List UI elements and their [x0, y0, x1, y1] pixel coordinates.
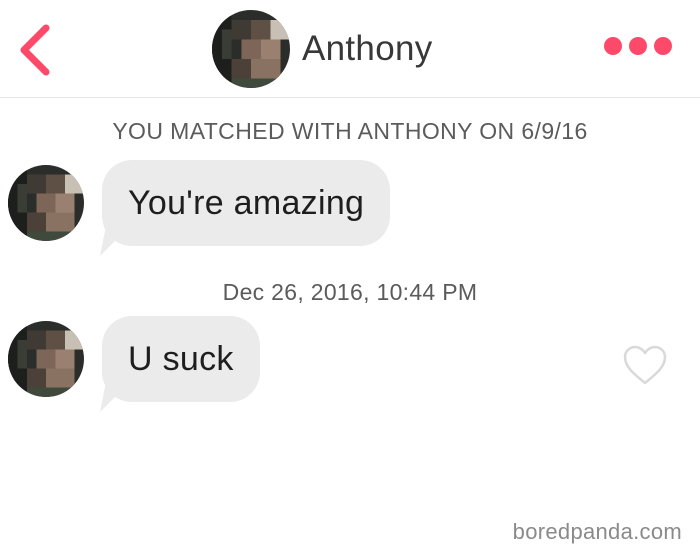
watermark: boredpanda.com [512, 519, 682, 544]
contact-name: Anthony [302, 29, 433, 68]
heart-outline-icon [623, 345, 667, 385]
match-notice: YOU MATCHED WITH ANTHONY ON 6/9/16 [112, 118, 588, 144]
sender-avatar[interactable] [8, 165, 84, 241]
more-dot [654, 37, 672, 55]
more-dot [629, 37, 647, 55]
back-button[interactable] [14, 24, 58, 76]
chat-header: Anthony [0, 0, 700, 98]
message-timestamp: Dec 26, 2016, 10:44 PM [222, 279, 478, 305]
message-bubble[interactable]: You're amazing [102, 160, 391, 246]
message-text: You're amazing [128, 183, 365, 222]
more-dots-icon [604, 37, 622, 55]
like-message-button[interactable] [622, 344, 668, 386]
message-bubble[interactable]: U suck [102, 316, 260, 402]
more-options-button[interactable] [604, 34, 672, 58]
message-row: You're amazing [8, 160, 391, 246]
message-row: U suck [8, 316, 260, 402]
contact-avatar [212, 10, 290, 88]
chat-screen: Anthony YOU MATCHED WITH ANTHONY ON 6/9/… [0, 0, 700, 554]
message-text: U suck [128, 339, 234, 378]
contact-profile-link[interactable]: Anthony [212, 10, 433, 88]
chevron-left-icon [20, 24, 50, 76]
sender-avatar[interactable] [8, 321, 84, 397]
